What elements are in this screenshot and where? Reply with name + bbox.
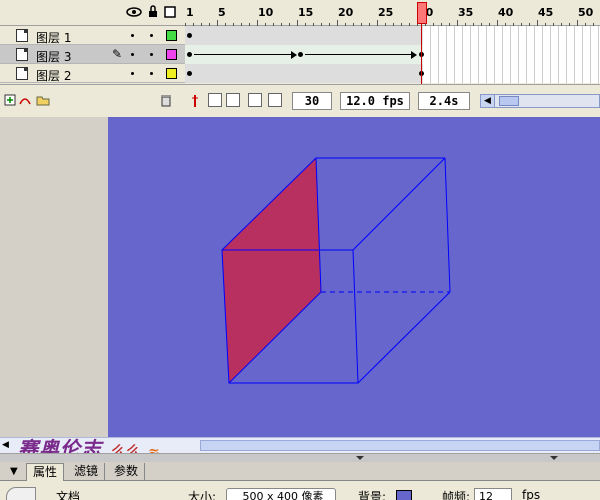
frame-row[interactable] <box>185 45 600 64</box>
layer-page-icon <box>16 48 28 61</box>
tween-arrow-head <box>411 51 417 59</box>
tab-filters[interactable]: 滤镜 <box>68 463 106 481</box>
layer-name: 图层 3 <box>36 50 72 64</box>
ruler-frame-number: 15 <box>298 6 314 19</box>
layer-name: 图层 2 <box>36 69 72 83</box>
timeline-panel: 15101520253035404550 图层 1 图层 3 ✎ 图层 2 <box>0 0 600 117</box>
ruler-frame-number: 45 <box>538 6 554 19</box>
properties-tabs: ▼ 属性 滤镜 参数 <box>0 462 600 481</box>
lock-dot[interactable] <box>150 53 153 56</box>
outline-color-swatch[interactable] <box>166 49 177 60</box>
playhead-line <box>421 24 422 84</box>
scroll-left-icon[interactable]: ◀ <box>481 95 495 107</box>
document-icon <box>6 487 36 500</box>
trash-icon[interactable] <box>160 94 172 110</box>
current-frame-field: 30 <box>292 92 332 110</box>
eye-icon[interactable] <box>126 6 142 21</box>
ruler-frame-number: 25 <box>378 6 394 19</box>
layer-page-icon <box>16 29 28 42</box>
scroll-left-icon[interactable]: ◀ <box>2 440 9 450</box>
add-guide-layer-icon[interactable] <box>18 94 32 109</box>
timeline-horizontal-scrollbar[interactable]: ◀ <box>480 94 600 108</box>
elapsed-time-field: 2.4s <box>418 92 470 110</box>
tween-arrow-head <box>291 51 297 59</box>
playhead[interactable] <box>417 2 427 24</box>
frame-rate-input[interactable]: 12 <box>474 488 512 500</box>
keyframe[interactable] <box>187 71 192 76</box>
background-color-swatch[interactable] <box>396 490 412 500</box>
timeline-header: 15101520253035404550 <box>0 0 600 26</box>
collapse-arrow-icon[interactable] <box>550 456 558 460</box>
scroll-thumb[interactable] <box>499 96 519 106</box>
frames-grid[interactable] <box>185 26 600 84</box>
tween-arrow <box>305 54 413 55</box>
background-label: 背景: <box>358 490 387 500</box>
size-button[interactable]: 500 x 400 像素 <box>226 488 336 500</box>
stage-pasteboard <box>0 117 600 437</box>
scroll-thumb[interactable] <box>200 440 600 451</box>
tab-properties[interactable]: 属性 <box>26 463 65 481</box>
doc-type-label: 文档 <box>56 490 81 500</box>
ruler-frame-number: 20 <box>338 6 354 19</box>
onion-outlines-icon[interactable] <box>226 93 240 107</box>
ruler-frame-number: 5 <box>218 6 226 19</box>
lock-icon[interactable] <box>148 5 158 21</box>
timeline-footer: 30 12.0 fps 2.4s ◀ <box>0 84 600 117</box>
lock-dot[interactable] <box>150 34 153 37</box>
frame-row[interactable] <box>185 64 600 83</box>
lock-dot[interactable] <box>150 72 153 75</box>
layer-row-1[interactable]: 图层 1 <box>0 26 185 45</box>
keyframe[interactable] <box>187 33 192 38</box>
size-label: 大小: <box>188 490 217 500</box>
cube-edge <box>352 157 446 251</box>
panel-toggle-icon[interactable]: ▼ <box>10 466 18 477</box>
outline-color-swatch[interactable] <box>166 68 177 79</box>
visibility-dot[interactable] <box>131 72 134 75</box>
visibility-dot[interactable] <box>131 34 134 37</box>
layer-row-3[interactable]: 图层 3 ✎ <box>0 45 185 64</box>
add-folder-icon[interactable] <box>36 94 50 109</box>
properties-content: 文档 大小: 500 x 400 像素 背景: 帧频: 12 fps <box>0 481 600 500</box>
layer-page-icon <box>16 67 28 80</box>
ruler-frame-number: 35 <box>458 6 474 19</box>
frame-row[interactable] <box>185 26 600 45</box>
modify-onion-markers-icon[interactable] <box>268 93 282 107</box>
frame-ruler[interactable]: 15101520253035404550 <box>185 0 600 26</box>
collapse-arrow-icon[interactable] <box>356 456 364 460</box>
ruler-frame-number: 1 <box>186 6 194 19</box>
onion-skin-icon[interactable] <box>208 93 222 107</box>
ruler-frame-number: 40 <box>498 6 514 19</box>
fps-unit-label: fps <box>522 488 541 500</box>
center-frame-icon[interactable] <box>190 94 200 111</box>
cube-drawing[interactable] <box>108 117 600 437</box>
outline-color-swatch[interactable] <box>166 30 177 41</box>
panel-splitter[interactable] <box>0 453 600 462</box>
pencil-icon: ✎ <box>112 47 123 61</box>
edit-multiple-frames-icon[interactable] <box>248 93 262 107</box>
stage-canvas[interactable] <box>108 117 600 437</box>
keyframe[interactable] <box>298 52 303 57</box>
cube-left-face[interactable] <box>222 158 321 383</box>
outline-square-icon[interactable] <box>164 5 176 21</box>
frame-rate-field[interactable]: 12.0 fps <box>340 92 410 110</box>
layer-row-2[interactable]: 图层 2 <box>0 64 185 83</box>
visibility-dot[interactable] <box>131 53 134 56</box>
add-layer-icon[interactable] <box>4 94 16 109</box>
cube-edge <box>444 157 451 293</box>
ruler-frame-number: 10 <box>258 6 274 19</box>
cube-edge <box>357 291 451 384</box>
layer-name: 图层 1 <box>36 31 72 45</box>
frame-rate-label: 帧频: <box>442 490 471 500</box>
tab-parameters[interactable]: 参数 <box>108 463 146 481</box>
ruler-frame-number: 50 <box>578 6 594 19</box>
keyframe[interactable] <box>187 52 192 57</box>
tween-arrow <box>194 54 294 55</box>
